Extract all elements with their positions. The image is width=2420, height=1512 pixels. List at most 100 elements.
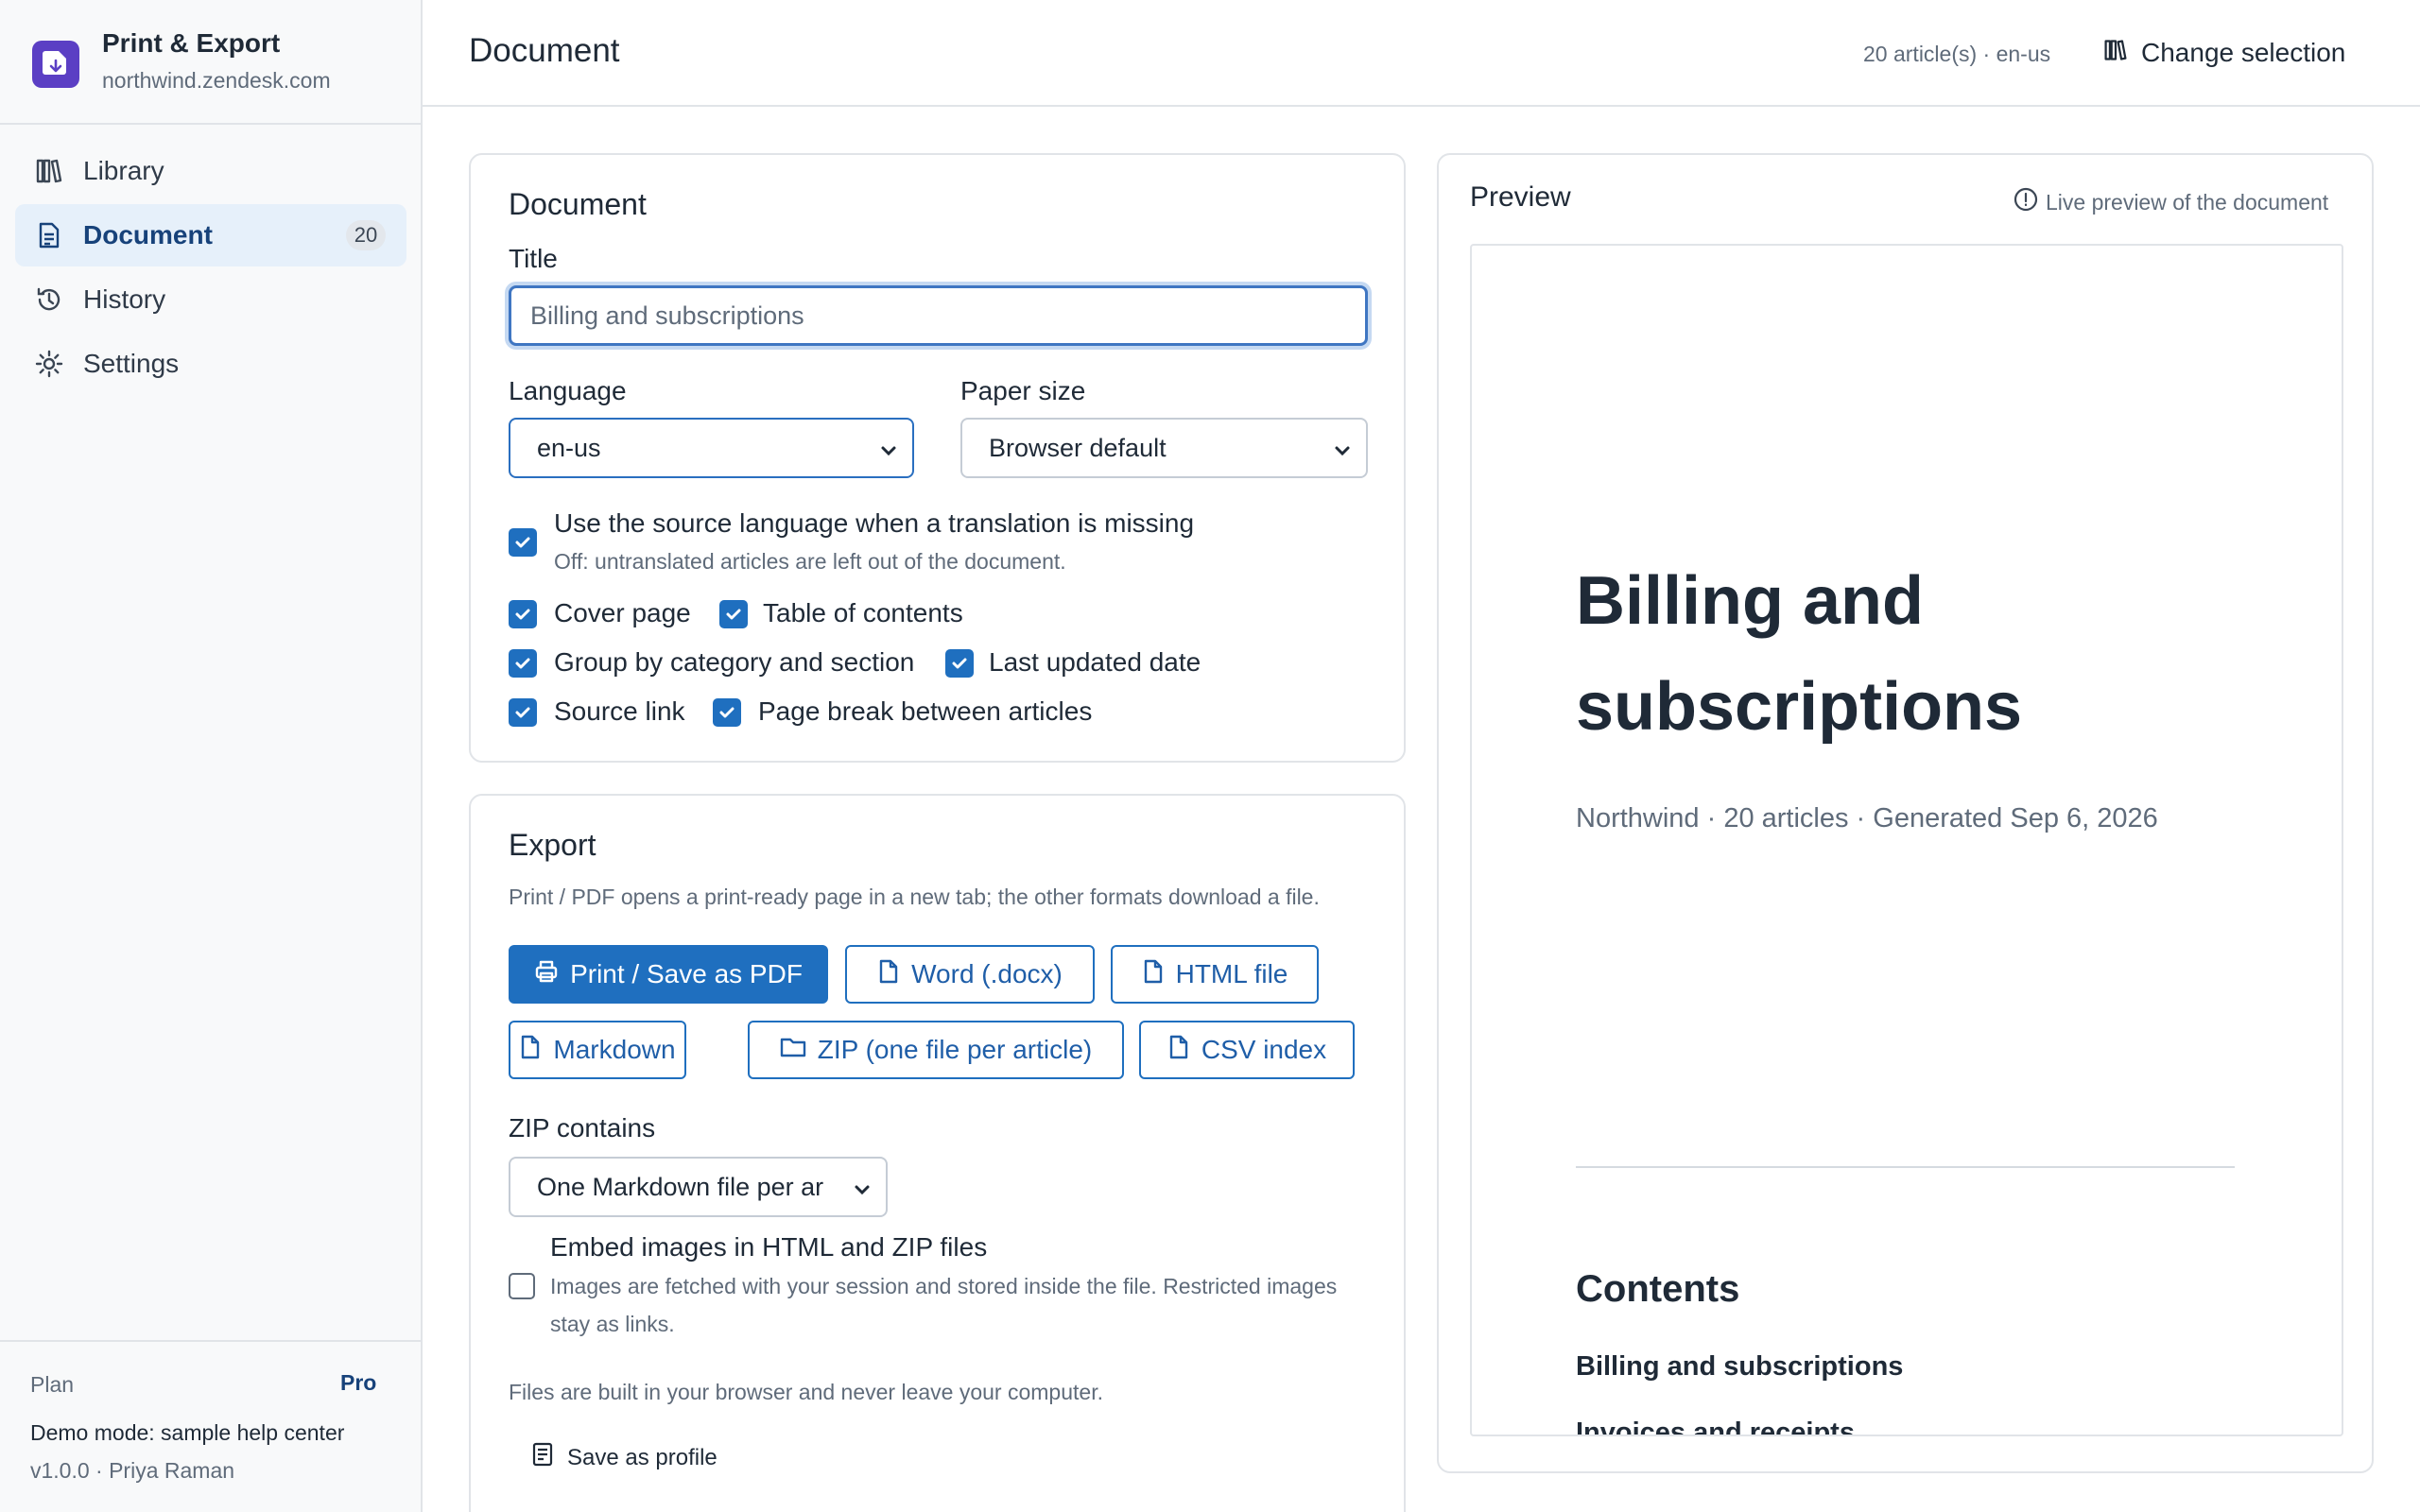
selection-summary: 20 article(s) · en-us bbox=[1863, 42, 2051, 66]
page-break-checkbox[interactable] bbox=[713, 698, 741, 727]
language-label: Language bbox=[509, 376, 627, 405]
table-of-contents-label: Table of contents bbox=[763, 598, 963, 627]
privacy-note: Files are built in your browser and neve… bbox=[509, 1380, 1103, 1404]
sidebar-item-document[interactable]: Document 20 bbox=[15, 204, 406, 266]
sidebar-item-settings[interactable]: Settings bbox=[15, 333, 406, 395]
divider bbox=[1576, 1166, 2235, 1168]
html-file-button[interactable]: HTML file bbox=[1111, 945, 1319, 1004]
check-icon bbox=[515, 537, 530, 548]
source-link-checkbox[interactable] bbox=[509, 698, 537, 727]
group-by-category-label: Group by category and section bbox=[554, 647, 915, 677]
zip-contains-label: ZIP contains bbox=[509, 1113, 656, 1143]
profile-icon bbox=[531, 1442, 554, 1473]
paper-size-label: Paper size bbox=[960, 376, 1086, 405]
sidebar-item-history[interactable]: History bbox=[15, 268, 406, 331]
export-card: Export Print / PDF opens a print-ready p… bbox=[469, 794, 1406, 1512]
zip-contains-select[interactable]: One Markdown file per ar bbox=[509, 1157, 888, 1217]
csv-index-button[interactable]: CSV index bbox=[1139, 1021, 1355, 1079]
check-icon bbox=[719, 707, 735, 718]
sidebar-item-library[interactable]: Library bbox=[15, 140, 406, 202]
sidebar-divider bbox=[0, 123, 421, 125]
word-docx-label: Word (.docx) bbox=[911, 959, 1063, 988]
document-title-line: subscriptions bbox=[1576, 669, 2023, 745]
sidebar-item-label: Settings bbox=[83, 349, 180, 378]
source-link-label: Source link bbox=[554, 696, 685, 726]
check-icon bbox=[515, 658, 530, 669]
last-updated-label: Last updated date bbox=[989, 647, 1201, 677]
document-settings-card: Document Title Billing and subscriptions… bbox=[469, 153, 1406, 763]
chevron-down-icon bbox=[1332, 438, 1353, 468]
table-of-contents-checkbox[interactable] bbox=[719, 600, 748, 628]
change-selection-button[interactable]: Change selection bbox=[2103, 28, 2345, 77]
app-logo-icon bbox=[32, 41, 79, 88]
printer-icon bbox=[534, 959, 559, 990]
source-language-checkbox[interactable] bbox=[509, 528, 537, 557]
zip-contains-value: One Markdown file per ar bbox=[537, 1172, 824, 1201]
change-selection-label: Change selection bbox=[2141, 38, 2346, 67]
check-icon bbox=[726, 609, 741, 620]
file-icon bbox=[1167, 1035, 1190, 1066]
card-title: Export bbox=[509, 828, 596, 862]
sidebar-item-label: Library bbox=[83, 156, 164, 185]
preview-hint: Live preview of the document bbox=[2014, 187, 2328, 217]
print-pdf-button[interactable]: Print / Save as PDF bbox=[509, 945, 828, 1004]
info-icon bbox=[2014, 187, 2038, 217]
paper-size-select[interactable]: Browser default bbox=[960, 418, 1368, 478]
sidebar: Print & Export northwind.zendesk.com Lib… bbox=[0, 0, 423, 1512]
zip-button[interactable]: ZIP (one file per article) bbox=[748, 1021, 1124, 1079]
sidebar-footer-divider bbox=[0, 1340, 421, 1342]
document-title-line: Billing and bbox=[1576, 563, 1924, 639]
document-subtitle: Northwind · 20 articles · Generated Sep … bbox=[1576, 803, 2158, 833]
chevron-down-icon bbox=[852, 1177, 873, 1207]
save-profile-label: Save as profile bbox=[567, 1444, 717, 1470]
toc-entry: Invoices and receipts bbox=[1576, 1418, 1855, 1436]
word-docx-button[interactable]: Word (.docx) bbox=[845, 945, 1095, 1004]
file-icon bbox=[1142, 959, 1165, 990]
history-icon bbox=[34, 284, 64, 315]
save-profile-button[interactable]: Save as profile bbox=[531, 1442, 717, 1473]
document-preview: Billing and subscriptions Northwind · 20… bbox=[1470, 244, 2343, 1436]
file-icon bbox=[519, 1035, 542, 1066]
file-icon bbox=[877, 959, 900, 990]
csv-index-label: CSV index bbox=[1201, 1035, 1327, 1064]
markdown-button[interactable]: Markdown bbox=[509, 1021, 686, 1079]
card-title: Document bbox=[509, 187, 647, 221]
embed-images-label: Embed images in HTML and ZIP files bbox=[550, 1232, 988, 1262]
print-pdf-label: Print / Save as PDF bbox=[570, 959, 803, 988]
embed-images-checkbox[interactable] bbox=[509, 1273, 535, 1299]
embed-images-help: Images are fetched with your session and… bbox=[550, 1274, 1338, 1298]
plan-badge: Pro bbox=[340, 1370, 377, 1395]
version-info: v1.0.0 · Priya Raman bbox=[30, 1458, 235, 1483]
chevron-down-icon bbox=[878, 438, 899, 468]
embed-images-help-cont: stay as links. bbox=[550, 1312, 675, 1336]
title-input[interactable]: Billing and subscriptions bbox=[509, 285, 1368, 346]
brand: Print & Export northwind.zendesk.com bbox=[32, 26, 410, 121]
paper-size-value: Browser default bbox=[989, 433, 1167, 462]
html-file-label: HTML file bbox=[1175, 959, 1288, 988]
check-icon bbox=[952, 658, 967, 669]
last-updated-checkbox[interactable] bbox=[945, 649, 974, 678]
library-icon bbox=[34, 156, 64, 186]
folder-icon bbox=[780, 1035, 806, 1065]
gear-icon bbox=[34, 349, 64, 379]
page-break-label: Page break between articles bbox=[758, 696, 1093, 726]
check-icon bbox=[515, 609, 530, 620]
page-header: Document 20 article(s) · en-us Change se… bbox=[423, 0, 2420, 107]
contents-heading: Contents bbox=[1576, 1268, 1740, 1310]
language-select[interactable]: en-us bbox=[509, 418, 914, 478]
preview-title: Preview bbox=[1470, 181, 1571, 213]
app-domain: northwind.zendesk.com bbox=[102, 68, 331, 93]
source-language-label: Use the source language when a translati… bbox=[554, 508, 1195, 538]
sidebar-nav: Library Document 20 History Settings bbox=[15, 140, 406, 397]
preview-card: Preview Live preview of the document Bil… bbox=[1437, 153, 2374, 1473]
toc-entry: Billing and subscriptions bbox=[1576, 1351, 1904, 1382]
page-title: Document bbox=[469, 32, 620, 69]
title-label: Title bbox=[509, 244, 558, 273]
markdown-label: Markdown bbox=[553, 1035, 676, 1064]
group-by-category-checkbox[interactable] bbox=[509, 649, 537, 678]
demo-mode-note: Demo mode: sample help center bbox=[30, 1420, 345, 1445]
export-description: Print / PDF opens a print-ready page in … bbox=[509, 885, 1320, 909]
sidebar-item-label: History bbox=[83, 284, 166, 314]
cover-page-checkbox[interactable] bbox=[509, 600, 537, 628]
zip-label: ZIP (one file per article) bbox=[817, 1035, 1093, 1064]
